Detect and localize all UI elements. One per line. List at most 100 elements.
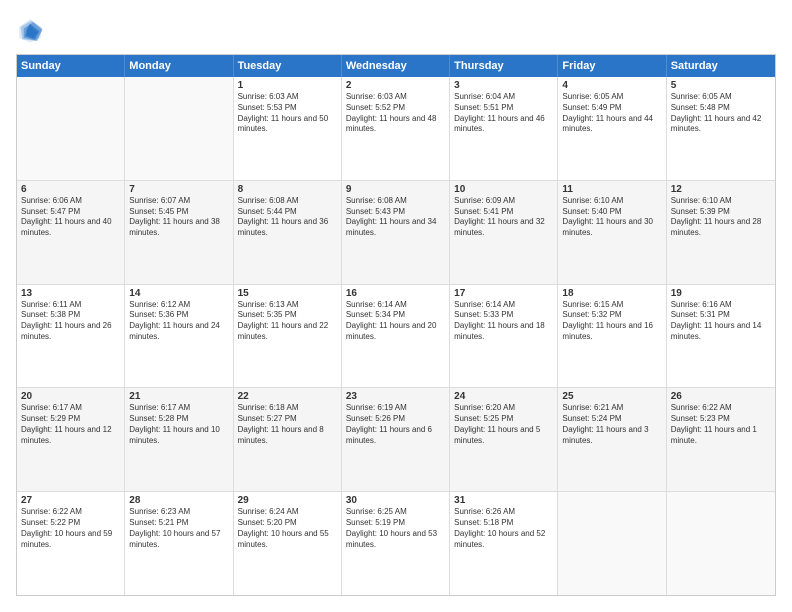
week-row-5: 27Sunrise: 6:22 AM Sunset: 5:22 PM Dayli…: [17, 492, 775, 595]
day-cell: 20Sunrise: 6:17 AM Sunset: 5:29 PM Dayli…: [17, 388, 125, 491]
day-info: Sunrise: 6:22 AM Sunset: 5:23 PM Dayligh…: [671, 403, 771, 446]
day-cell: 19Sunrise: 6:16 AM Sunset: 5:31 PM Dayli…: [667, 285, 775, 388]
page: SundayMondayTuesdayWednesdayThursdayFrid…: [0, 0, 792, 612]
day-cell: 9Sunrise: 6:08 AM Sunset: 5:43 PM Daylig…: [342, 181, 450, 284]
day-info: Sunrise: 6:10 AM Sunset: 5:39 PM Dayligh…: [671, 196, 771, 239]
day-number: 23: [346, 391, 445, 402]
logo-icon: [16, 16, 44, 44]
day-cell: 25Sunrise: 6:21 AM Sunset: 5:24 PM Dayli…: [558, 388, 666, 491]
day-cell: 3Sunrise: 6:04 AM Sunset: 5:51 PM Daylig…: [450, 77, 558, 180]
week-row-2: 6Sunrise: 6:06 AM Sunset: 5:47 PM Daylig…: [17, 181, 775, 285]
day-number: 10: [454, 184, 553, 195]
day-cell: 12Sunrise: 6:10 AM Sunset: 5:39 PM Dayli…: [667, 181, 775, 284]
day-info: Sunrise: 6:20 AM Sunset: 5:25 PM Dayligh…: [454, 403, 553, 446]
day-header-tuesday: Tuesday: [234, 55, 342, 77]
day-info: Sunrise: 6:08 AM Sunset: 5:43 PM Dayligh…: [346, 196, 445, 239]
day-header-friday: Friday: [558, 55, 666, 77]
day-cell: 15Sunrise: 6:13 AM Sunset: 5:35 PM Dayli…: [234, 285, 342, 388]
day-info: Sunrise: 6:05 AM Sunset: 5:49 PM Dayligh…: [562, 92, 661, 135]
logo: [16, 16, 48, 44]
day-number: 26: [671, 391, 771, 402]
day-info: Sunrise: 6:04 AM Sunset: 5:51 PM Dayligh…: [454, 92, 553, 135]
week-row-3: 13Sunrise: 6:11 AM Sunset: 5:38 PM Dayli…: [17, 285, 775, 389]
day-number: 13: [21, 288, 120, 299]
day-info: Sunrise: 6:12 AM Sunset: 5:36 PM Dayligh…: [129, 300, 228, 343]
day-number: 28: [129, 495, 228, 506]
day-number: 27: [21, 495, 120, 506]
day-cell: 26Sunrise: 6:22 AM Sunset: 5:23 PM Dayli…: [667, 388, 775, 491]
day-header-wednesday: Wednesday: [342, 55, 450, 77]
day-number: 19: [671, 288, 771, 299]
day-info: Sunrise: 6:16 AM Sunset: 5:31 PM Dayligh…: [671, 300, 771, 343]
day-cell: 28Sunrise: 6:23 AM Sunset: 5:21 PM Dayli…: [125, 492, 233, 595]
day-cell: 30Sunrise: 6:25 AM Sunset: 5:19 PM Dayli…: [342, 492, 450, 595]
day-number: 2: [346, 80, 445, 91]
day-cell: 16Sunrise: 6:14 AM Sunset: 5:34 PM Dayli…: [342, 285, 450, 388]
day-info: Sunrise: 6:03 AM Sunset: 5:53 PM Dayligh…: [238, 92, 337, 135]
day-number: 11: [562, 184, 661, 195]
day-cell: 10Sunrise: 6:09 AM Sunset: 5:41 PM Dayli…: [450, 181, 558, 284]
day-cell: 23Sunrise: 6:19 AM Sunset: 5:26 PM Dayli…: [342, 388, 450, 491]
day-number: 29: [238, 495, 337, 506]
day-cell: 13Sunrise: 6:11 AM Sunset: 5:38 PM Dayli…: [17, 285, 125, 388]
day-info: Sunrise: 6:06 AM Sunset: 5:47 PM Dayligh…: [21, 196, 120, 239]
day-number: 25: [562, 391, 661, 402]
day-number: 1: [238, 80, 337, 91]
day-info: Sunrise: 6:21 AM Sunset: 5:24 PM Dayligh…: [562, 403, 661, 446]
day-header-monday: Monday: [125, 55, 233, 77]
day-number: 8: [238, 184, 337, 195]
day-cell: [125, 77, 233, 180]
day-number: 5: [671, 80, 771, 91]
day-header-sunday: Sunday: [17, 55, 125, 77]
day-info: Sunrise: 6:22 AM Sunset: 5:22 PM Dayligh…: [21, 507, 120, 550]
day-number: 18: [562, 288, 661, 299]
day-cell: 18Sunrise: 6:15 AM Sunset: 5:32 PM Dayli…: [558, 285, 666, 388]
day-info: Sunrise: 6:05 AM Sunset: 5:48 PM Dayligh…: [671, 92, 771, 135]
day-info: Sunrise: 6:14 AM Sunset: 5:33 PM Dayligh…: [454, 300, 553, 343]
day-number: 7: [129, 184, 228, 195]
day-cell: 11Sunrise: 6:10 AM Sunset: 5:40 PM Dayli…: [558, 181, 666, 284]
calendar: SundayMondayTuesdayWednesdayThursdayFrid…: [16, 54, 776, 596]
day-cell: 31Sunrise: 6:26 AM Sunset: 5:18 PM Dayli…: [450, 492, 558, 595]
day-number: 9: [346, 184, 445, 195]
day-info: Sunrise: 6:14 AM Sunset: 5:34 PM Dayligh…: [346, 300, 445, 343]
day-info: Sunrise: 6:13 AM Sunset: 5:35 PM Dayligh…: [238, 300, 337, 343]
day-number: 15: [238, 288, 337, 299]
day-number: 17: [454, 288, 553, 299]
day-number: 16: [346, 288, 445, 299]
day-info: Sunrise: 6:09 AM Sunset: 5:41 PM Dayligh…: [454, 196, 553, 239]
day-cell: 22Sunrise: 6:18 AM Sunset: 5:27 PM Dayli…: [234, 388, 342, 491]
day-headers-row: SundayMondayTuesdayWednesdayThursdayFrid…: [17, 55, 775, 77]
day-info: Sunrise: 6:25 AM Sunset: 5:19 PM Dayligh…: [346, 507, 445, 550]
day-cell: 6Sunrise: 6:06 AM Sunset: 5:47 PM Daylig…: [17, 181, 125, 284]
day-cell: 21Sunrise: 6:17 AM Sunset: 5:28 PM Dayli…: [125, 388, 233, 491]
day-number: 20: [21, 391, 120, 402]
week-row-1: 1Sunrise: 6:03 AM Sunset: 5:53 PM Daylig…: [17, 77, 775, 181]
day-cell: 14Sunrise: 6:12 AM Sunset: 5:36 PM Dayli…: [125, 285, 233, 388]
day-info: Sunrise: 6:17 AM Sunset: 5:28 PM Dayligh…: [129, 403, 228, 446]
day-number: 12: [671, 184, 771, 195]
day-cell: 17Sunrise: 6:14 AM Sunset: 5:33 PM Dayli…: [450, 285, 558, 388]
day-info: Sunrise: 6:23 AM Sunset: 5:21 PM Dayligh…: [129, 507, 228, 550]
day-cell: [667, 492, 775, 595]
day-cell: 5Sunrise: 6:05 AM Sunset: 5:48 PM Daylig…: [667, 77, 775, 180]
day-number: 22: [238, 391, 337, 402]
week-row-4: 20Sunrise: 6:17 AM Sunset: 5:29 PM Dayli…: [17, 388, 775, 492]
day-info: Sunrise: 6:15 AM Sunset: 5:32 PM Dayligh…: [562, 300, 661, 343]
calendar-body: 1Sunrise: 6:03 AM Sunset: 5:53 PM Daylig…: [17, 77, 775, 595]
day-number: 21: [129, 391, 228, 402]
day-number: 24: [454, 391, 553, 402]
day-info: Sunrise: 6:03 AM Sunset: 5:52 PM Dayligh…: [346, 92, 445, 135]
day-cell: [558, 492, 666, 595]
day-info: Sunrise: 6:10 AM Sunset: 5:40 PM Dayligh…: [562, 196, 661, 239]
day-info: Sunrise: 6:18 AM Sunset: 5:27 PM Dayligh…: [238, 403, 337, 446]
header: [16, 16, 776, 44]
day-info: Sunrise: 6:19 AM Sunset: 5:26 PM Dayligh…: [346, 403, 445, 446]
day-cell: 24Sunrise: 6:20 AM Sunset: 5:25 PM Dayli…: [450, 388, 558, 491]
day-number: 4: [562, 80, 661, 91]
day-info: Sunrise: 6:26 AM Sunset: 5:18 PM Dayligh…: [454, 507, 553, 550]
day-info: Sunrise: 6:24 AM Sunset: 5:20 PM Dayligh…: [238, 507, 337, 550]
day-cell: 1Sunrise: 6:03 AM Sunset: 5:53 PM Daylig…: [234, 77, 342, 180]
day-cell: 4Sunrise: 6:05 AM Sunset: 5:49 PM Daylig…: [558, 77, 666, 180]
day-number: 3: [454, 80, 553, 91]
